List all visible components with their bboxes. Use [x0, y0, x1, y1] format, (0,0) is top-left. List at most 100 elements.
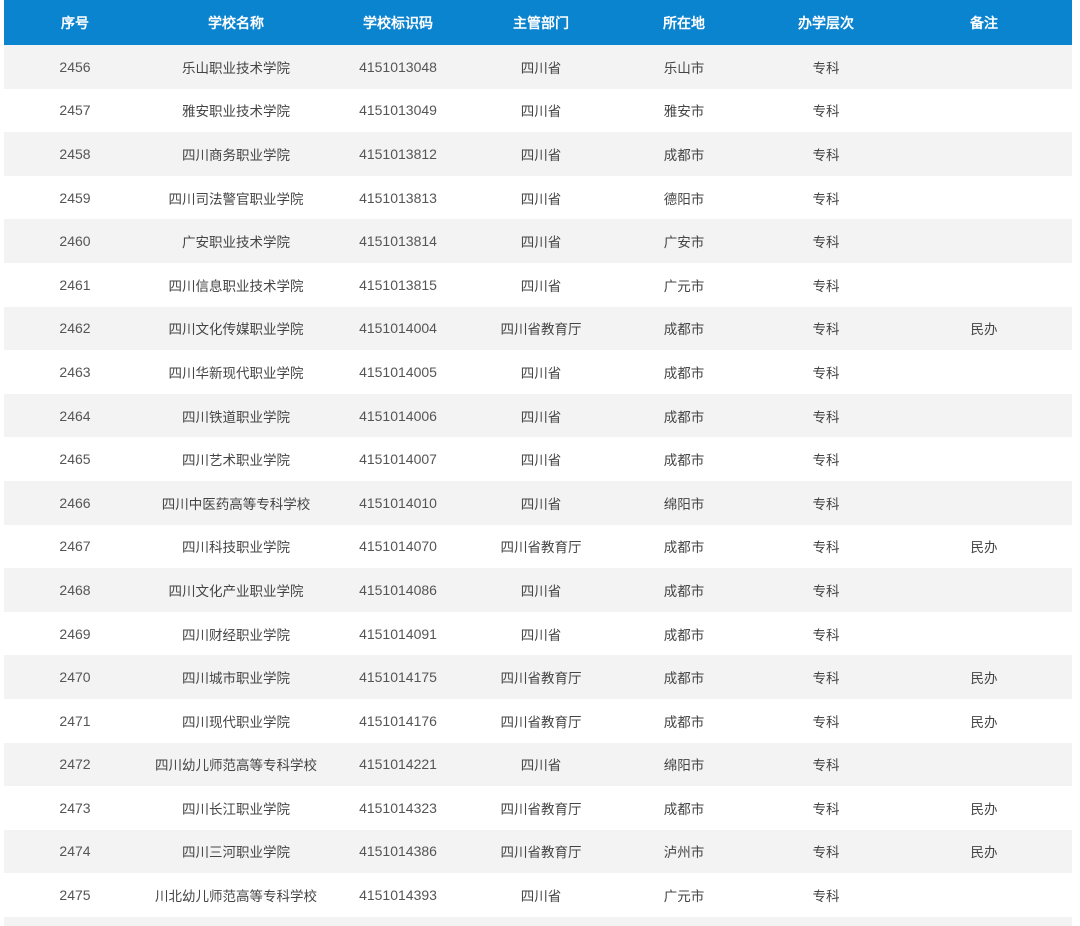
cell-index: 2461 [59, 276, 91, 293]
school-table-container: 序号 学校名称 学校标识码 主管部门 所在地 办学层次 备注 2456 乐山职业技… [4, 0, 1072, 917]
table-body: 2456 乐山职业技术学院 4151013048 四川省 乐山市 专科 2457 雅安职业技术… [4, 45, 1072, 917]
cell-level: 专科 [812, 758, 840, 775]
cell-school-code: 4151013813 [359, 189, 437, 206]
cell-remarks [896, 350, 1072, 394]
cell-school-code: 4151014176 [359, 712, 437, 729]
cell-index: 2473 [59, 799, 91, 816]
table-row: 2470 四川城市职业学院 4151014175 四川省教育厅 成都市 专科 民办 [4, 655, 1072, 699]
cell-school-name: 四川财经职业学院 [182, 627, 290, 644]
cell-remarks [896, 45, 1072, 89]
cell-school-name: 四川文化产业职业学院 [168, 583, 304, 600]
cell-school-name: 雅安职业技术学院 [182, 104, 290, 121]
column-header-school-code: 学校标识码 [363, 15, 433, 32]
cell-department: 四川省教育厅 [500, 714, 582, 731]
cell-school-code: 4151014221 [359, 756, 437, 773]
cell-department: 四川省 [520, 365, 562, 382]
cell-location: 成都市 [663, 627, 705, 644]
table-row: 2457 雅安职业技术学院 4151013049 四川省 雅安市 专科 [4, 88, 1072, 133]
cell-level: 专科 [812, 60, 840, 77]
school-table: 序号 学校名称 学校标识码 主管部门 所在地 办学层次 备注 2456 乐山职业技… [4, 0, 1072, 917]
cell-school-code: 4151014393 [359, 887, 437, 904]
next-row-partial [4, 917, 1072, 926]
cell-department: 四川省 [520, 496, 562, 513]
cell-school-code: 4151014386 [359, 843, 437, 860]
cell-level: 专科 [812, 365, 840, 382]
table-row: 2469 四川财经职业学院 4151014091 四川省 成都市 专科 [4, 611, 1072, 656]
cell-location: 成都市 [663, 409, 705, 426]
cell-school-code: 4151014006 [359, 407, 437, 424]
cell-location: 绵阳市 [663, 496, 705, 513]
cell-school-code: 4151013812 [359, 145, 437, 162]
cell-remarks: 民办 [970, 671, 998, 688]
cell-index: 2468 [59, 581, 91, 598]
cell-level: 专科 [812, 453, 840, 470]
column-header-school-name: 学校名称 [208, 15, 264, 32]
cell-department: 四川省 [520, 235, 562, 252]
cell-location: 成都市 [663, 583, 705, 600]
cell-school-name: 川北幼儿师范高等专科学校 [155, 889, 317, 906]
column-header-department: 主管部门 [513, 15, 569, 32]
cell-index: 2470 [59, 669, 91, 686]
cell-remarks [896, 394, 1072, 438]
cell-school-code: 4151014070 [359, 538, 437, 555]
cell-level: 专科 [812, 104, 840, 121]
cell-school-name: 四川中医药高等专科学校 [161, 496, 311, 513]
cell-index: 2466 [59, 494, 91, 511]
cell-level: 专科 [812, 671, 840, 688]
cell-level: 专科 [812, 278, 840, 295]
cell-level: 专科 [812, 191, 840, 208]
cell-level: 专科 [812, 496, 840, 513]
table-row: 2466 四川中医药高等专科学校 4151014010 四川省 绵阳市 专科 [4, 480, 1072, 525]
cell-department: 四川省教育厅 [500, 801, 582, 818]
cell-school-name: 四川信息职业技术学院 [168, 278, 304, 295]
table-row: 2464 四川铁道职业学院 4151014006 四川省 成都市 专科 [4, 393, 1072, 438]
cell-location: 广元市 [663, 889, 705, 906]
cell-index: 2464 [59, 407, 91, 424]
cell-remarks [896, 743, 1072, 787]
cell-remarks [896, 89, 1072, 133]
cell-index: 2462 [59, 320, 91, 337]
cell-location: 雅安市 [663, 104, 705, 121]
cell-level: 专科 [812, 801, 840, 818]
table-row: 2475 川北幼儿师范高等专科学校 4151014393 四川省 广元市 专科 [4, 873, 1072, 917]
page: 序号 学校名称 学校标识码 主管部门 所在地 办学层次 备注 2456 乐山职业技… [0, 0, 1080, 926]
cell-location: 乐山市 [663, 60, 705, 77]
cell-level: 专科 [812, 627, 840, 644]
cell-department: 四川省教育厅 [500, 671, 582, 688]
column-header-location: 所在地 [663, 15, 705, 32]
cell-index: 2458 [59, 145, 91, 162]
column-header-remarks: 备注 [970, 15, 998, 32]
cell-index: 2463 [59, 363, 91, 380]
cell-location: 德阳市 [663, 191, 705, 208]
cell-index: 2467 [59, 538, 91, 555]
cell-index: 2465 [59, 451, 91, 468]
cell-location: 绵阳市 [663, 758, 705, 775]
cell-school-code: 4151014007 [359, 451, 437, 468]
cell-school-code: 4151014005 [359, 363, 437, 380]
cell-school-name: 广安职业技术学院 [182, 235, 290, 252]
cell-department: 四川省 [520, 147, 562, 164]
cell-remarks: 民办 [970, 845, 998, 862]
cell-location: 成都市 [663, 365, 705, 382]
cell-index: 2469 [59, 625, 91, 642]
column-header-level: 办学层次 [798, 15, 854, 32]
cell-location: 广安市 [663, 235, 705, 252]
cell-department: 四川省教育厅 [500, 322, 582, 339]
table-row: 2473 四川长江职业学院 4151014323 四川省教育厅 成都市 专科 民办 [4, 786, 1072, 830]
cell-remarks [896, 873, 1072, 917]
cell-remarks [896, 176, 1072, 220]
column-header-index: 序号 [61, 15, 89, 32]
cell-location: 成都市 [663, 714, 705, 731]
cell-school-code: 4151014004 [359, 320, 437, 337]
cell-school-code: 4151014323 [359, 799, 437, 816]
cell-school-code: 4151014010 [359, 494, 437, 511]
cell-level: 专科 [812, 845, 840, 862]
cell-department: 四川省 [520, 453, 562, 470]
cell-remarks: 民办 [970, 714, 998, 731]
cell-location: 成都市 [663, 540, 705, 557]
cell-department: 四川省 [520, 104, 562, 121]
cell-department: 四川省 [520, 889, 562, 906]
cell-department: 四川省教育厅 [500, 845, 582, 862]
table-row: 2462 四川文化传媒职业学院 4151014004 四川省教育厅 成都市 专科 民办 [4, 306, 1072, 351]
cell-school-name: 四川艺术职业学院 [182, 453, 290, 470]
